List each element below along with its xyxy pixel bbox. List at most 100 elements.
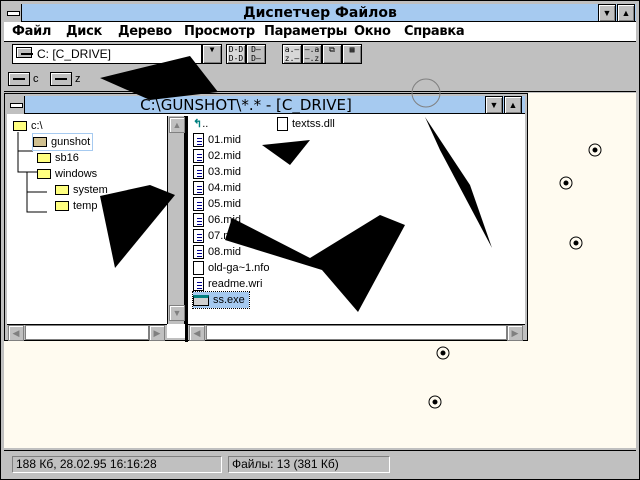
drive-select[interactable]: C: [C_DRIVE] [12,44,202,64]
scroll-up-arrow[interactable]: ▲ [169,117,185,133]
file-item[interactable]: 01.mid [193,132,241,148]
large-icons-button[interactable]: D-D D-D [226,44,246,64]
file-icon [193,261,204,276]
file-name: textss.dll [292,118,335,130]
open-folder-icon [33,137,47,148]
maximize-button[interactable]: ▲ [617,4,635,22]
file-name: 01.mid [208,134,242,146]
status-bar: 188 Кб, 28.02.95 16:16:28 Файлы: 13 (381… [4,450,636,476]
file-name: 04.mid [208,182,242,194]
file-name: 02.mid [208,150,242,162]
split-bar[interactable] [185,116,188,342]
file-item[interactable]: old-ga~1.nfo [193,260,269,276]
list-view-button[interactable]: D— D— [246,44,266,64]
scroll-down-arrow[interactable]: ▼ [169,305,185,321]
folder-icon [55,185,69,196]
up-arrow-icon: ↰ [193,118,203,130]
folder-icon [55,201,69,212]
file-name: 07.mid [208,230,242,242]
drive-dropdown-button[interactable]: ▼ [202,44,222,64]
scroll-right-arrow[interactable]: ▶ [507,325,523,341]
file-icon [193,229,204,244]
file-item[interactable]: ss.exe [192,291,250,309]
file-name: 08.mid [208,246,242,258]
directory-window-title-bar[interactable]: C:\GUNSHOT\*.* - [C_DRIVE] ▼ ▲ [7,96,525,114]
drive-label: c [33,72,39,85]
folder-icon [37,153,51,164]
drive-label: z [75,72,81,85]
menu-window[interactable]: Окно [354,24,391,39]
application-icon [193,294,209,306]
tree-label: c:\ [31,120,43,132]
scroll-left-arrow[interactable]: ◀ [189,325,205,341]
files-horizontal-scrollbar[interactable]: ◀ ▶ [188,324,525,341]
file-item[interactable]: 07.mid [193,228,241,244]
file-item-up[interactable]: ↰.. [193,116,208,132]
file-icon [193,181,204,196]
drive-bar: c z [4,68,636,92]
tree-item-windows[interactable]: windows [37,166,97,182]
menu-help[interactable]: Справка [404,24,465,39]
menu-bar: Файл Диск Дерево Просмотр Параметры Окно… [4,22,636,42]
drive-z[interactable]: z [50,72,81,86]
file-name: 03.mid [208,166,242,178]
tree-item-gunshot[interactable]: gunshot [31,133,94,151]
file-item[interactable]: 04.mid [193,180,241,196]
status-file-count: Файлы: 13 (381 Кб) [228,456,390,473]
directory-window-title: C:\GUNSHOT\*.* - [C_DRIVE] [140,96,352,114]
file-item[interactable]: 03.mid [193,164,241,180]
child-minimize-button[interactable]: ▼ [485,96,503,114]
scroll-right-arrow[interactable]: ▶ [149,325,165,341]
menu-tree[interactable]: Дерево [118,24,172,39]
tree-item-root[interactable]: c:\ [13,118,43,134]
file-item[interactable]: 02.mid [193,148,241,164]
sort-by-type-button[interactable]: —.a —.z [302,44,322,64]
calendar-button[interactable]: ▦ [342,44,362,64]
tree-label: windows [55,168,98,180]
folder-icon [13,121,27,132]
file-icon [193,165,204,180]
drive-icon [8,72,30,86]
drive-icon [16,47,33,58]
file-icon [193,213,204,228]
file-item[interactable]: 08.mid [193,244,241,260]
tree-label: gunshot [51,136,91,148]
drive-icon [50,72,72,86]
tree-item-temp[interactable]: temp [55,198,97,214]
folder-icon [37,169,51,180]
file-item[interactable]: textss.dll [277,116,335,132]
file-name: 06.mid [208,214,242,226]
file-name: 05.mid [208,198,242,210]
drive-c[interactable]: c [8,72,39,86]
directory-window: C:\GUNSHOT\*.* - [C_DRIVE] ▼ ▲ c:\ gunsh… [4,93,528,342]
file-icon [193,197,204,212]
file-icon [193,245,204,260]
file-name: .. [202,118,209,130]
file-item[interactable]: 06.mid [193,212,241,228]
toolbar: C: [C_DRIVE] ▼ D-D D-D D— D— a.— z.— —.a —.z… [4,43,636,67]
tree-label: temp [73,200,98,212]
tree-horizontal-scrollbar[interactable]: ◀ ▶ [7,324,167,341]
tree-vertical-scrollbar[interactable]: ▲ ▼ [167,116,185,324]
tree-label: sb16 [55,152,79,164]
window-title: Диспетчер Файлов [243,5,397,21]
file-name: ss.exe [213,294,245,306]
minimize-button[interactable]: ▼ [598,4,616,22]
menu-view[interactable]: Просмотр [184,24,255,39]
file-item[interactable]: readme.wri [193,276,262,292]
child-maximize-button[interactable]: ▲ [504,96,522,114]
directory-tree: c:\ gunshot sb16 windows system temp [9,116,169,324]
copy-button[interactable]: ⧉ [322,44,342,64]
menu-disk[interactable]: Диск [66,24,102,39]
file-icon [193,149,204,164]
sort-by-name-button[interactable]: a.— z.— [282,44,302,64]
menu-options[interactable]: Параметры [264,24,347,39]
tree-item-system[interactable]: system [55,182,108,198]
title-bar[interactable]: Диспетчер Файлов ▼ ▲ [4,4,636,22]
scroll-left-arrow[interactable]: ◀ [8,325,24,341]
file-item[interactable]: 05.mid [193,196,241,212]
file-icon [193,133,204,148]
tree-item-sb16[interactable]: sb16 [37,150,79,166]
tree-label: system [73,184,108,196]
menu-file[interactable]: Файл [12,24,51,39]
